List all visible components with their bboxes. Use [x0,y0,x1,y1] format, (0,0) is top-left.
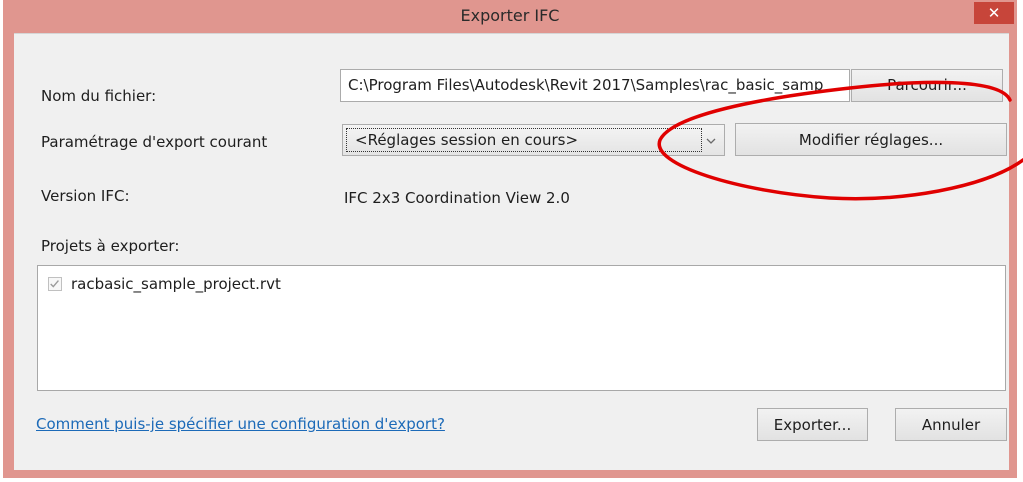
project-name: racbasic_sample_project.rvt [71,275,281,293]
projects-list: racbasic_sample_project.rvt [37,265,1006,391]
filename-input[interactable]: C:\Program Files\Autodesk\Revit 2017\Sam… [340,69,850,102]
modify-settings-button[interactable]: Modifier réglages... [735,123,1007,156]
cancel-button[interactable]: Annuler [895,408,1007,441]
checkmark-icon [50,280,59,288]
ifc-version-label: Version IFC: [41,187,130,205]
filename-label: Nom du fichier: [41,87,157,105]
export-button-label: Exporter... [773,416,852,434]
browse-button-label: Parcourir... [887,76,967,94]
help-link[interactable]: Comment puis-je spécifier une configurat… [36,415,445,433]
export-setup-select[interactable]: <Réglages session en cours> [342,124,725,156]
export-button[interactable]: Exporter... [757,408,868,441]
close-button[interactable]: ✕ [974,2,1014,24]
close-icon: ✕ [987,4,1001,22]
modify-settings-button-label: Modifier réglages... [798,131,944,149]
dialog-title: Exporter IFC [460,6,560,25]
projects-label: Projets à exporter: [41,237,180,255]
dialog-body: Nom du fichier: C:\Program Files\Autodes… [14,33,1009,470]
help-link-text: Comment puis-je spécifier une configurat… [36,415,445,433]
title-bar[interactable]: Exporter IFC ✕ [3,0,1017,28]
focus-rectangle [346,128,702,152]
list-item[interactable]: racbasic_sample_project.rvt [38,266,1005,302]
project-checkbox[interactable] [48,277,62,291]
export-setup-label: Paramétrage d'export courant [41,133,268,151]
chevron-down-icon [706,138,716,144]
ifc-version-value: IFC 2x3 Coordination View 2.0 [344,189,570,207]
dialog-window: Exporter IFC ✕ Nom du fichier: C:\Progra… [3,0,1017,478]
browse-button[interactable]: Parcourir... [851,69,1003,102]
cancel-button-label: Annuler [921,416,981,434]
